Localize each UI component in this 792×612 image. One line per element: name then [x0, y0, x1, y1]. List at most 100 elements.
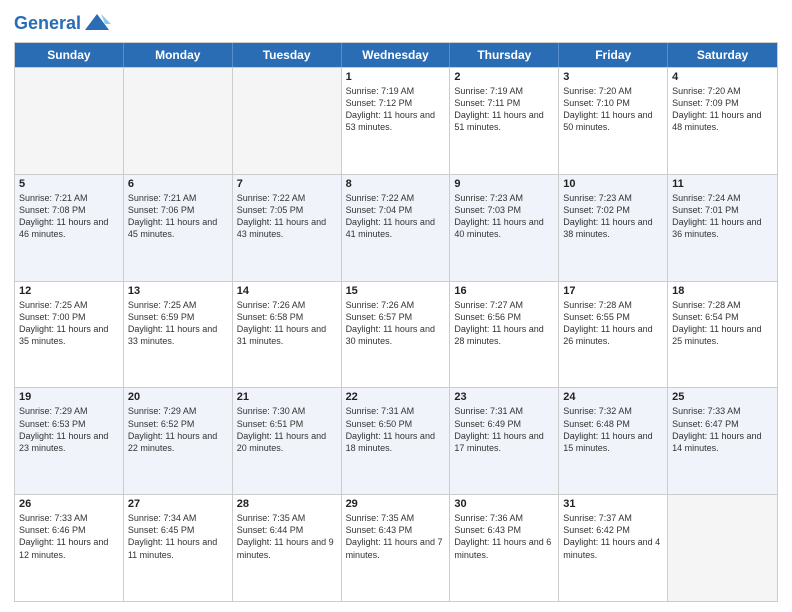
day-info: Sunrise: 7:36 AMSunset: 6:43 PMDaylight:…: [454, 512, 554, 561]
day-cell-7: 7 Sunrise: 7:22 AMSunset: 7:05 PMDaylight…: [233, 175, 342, 281]
day-number: 30: [454, 498, 554, 510]
day-info: Sunrise: 7:35 AMSunset: 6:43 PMDaylight:…: [346, 512, 446, 561]
day-info: Sunrise: 7:31 AMSunset: 6:50 PMDaylight:…: [346, 405, 446, 454]
day-info: Sunrise: 7:24 AMSunset: 7:01 PMDaylight:…: [672, 192, 773, 241]
day-info: Sunrise: 7:20 AMSunset: 7:10 PMDaylight:…: [563, 85, 663, 134]
day-cell-29: 29Sunrise: 7:35 AMSunset: 6:43 PMDayligh…: [342, 495, 451, 601]
day-number: 26: [19, 498, 119, 510]
day-number: 21: [237, 391, 337, 403]
day-info: Sunrise: 7:32 AMSunset: 6:48 PMDaylight:…: [563, 405, 663, 454]
page: General SundayMondayTuesdayWednesdayThur…: [0, 0, 792, 612]
day-info: Sunrise: 7:21 AMSunset: 7:08 PMDaylight:…: [19, 192, 119, 241]
day-info: Sunrise: 7:23 AMSunset: 7:02 PMDaylight:…: [563, 192, 663, 241]
day-info: Sunrise: 7:33 AMSunset: 6:47 PMDaylight:…: [672, 405, 773, 454]
day-info: Sunrise: 7:28 AMSunset: 6:54 PMDaylight:…: [672, 299, 773, 348]
day-info: Sunrise: 7:20 AMSunset: 7:09 PMDaylight:…: [672, 85, 773, 134]
calendar-week-1: 1 Sunrise: 7:19 AMSunset: 7:12 PMDaylight…: [15, 67, 777, 174]
day-cell-13: 13 Sunrise: 7:25 AMSunset: 6:59 PMDayligh…: [124, 282, 233, 388]
day-cell-2: 2 Sunrise: 7:19 AMSunset: 7:11 PMDaylight…: [450, 68, 559, 174]
day-number: 2: [454, 71, 554, 83]
day-number: 9: [454, 178, 554, 190]
day-number: 31: [563, 498, 663, 510]
day-cell-9: 9 Sunrise: 7:23 AMSunset: 7:03 PMDaylight…: [450, 175, 559, 281]
day-cell-11: 11Sunrise: 7:24 AMSunset: 7:01 PMDayligh…: [668, 175, 777, 281]
day-number: 22: [346, 391, 446, 403]
day-header-friday: Friday: [559, 43, 668, 67]
day-info: Sunrise: 7:23 AMSunset: 7:03 PMDaylight:…: [454, 192, 554, 241]
day-cell-3: 3 Sunrise: 7:20 AMSunset: 7:10 PMDaylight…: [559, 68, 668, 174]
day-number: 15: [346, 285, 446, 297]
day-info: Sunrise: 7:21 AMSunset: 7:06 PMDaylight:…: [128, 192, 228, 241]
calendar-header-row: SundayMondayTuesdayWednesdayThursdayFrid…: [15, 43, 777, 67]
day-header-sunday: Sunday: [15, 43, 124, 67]
day-number: 16: [454, 285, 554, 297]
day-info: Sunrise: 7:33 AMSunset: 6:46 PMDaylight:…: [19, 512, 119, 561]
calendar-week-5: 26 Sunrise: 7:33 AMSunset: 6:46 PMDayligh…: [15, 494, 777, 601]
day-number: 18: [672, 285, 773, 297]
day-header-monday: Monday: [124, 43, 233, 67]
day-cell-27: 27Sunrise: 7:34 AMSunset: 6:45 PMDayligh…: [124, 495, 233, 601]
day-info: Sunrise: 7:22 AMSunset: 7:04 PMDaylight:…: [346, 192, 446, 241]
day-cell-28: 28 Sunrise: 7:35 AMSunset: 6:44 PMDayligh…: [233, 495, 342, 601]
day-number: 8: [346, 178, 446, 190]
day-cell-18: 18 Sunrise: 7:28 AMSunset: 6:54 PMDayligh…: [668, 282, 777, 388]
day-number: 23: [454, 391, 554, 403]
day-number: 6: [128, 178, 228, 190]
calendar-body: 1 Sunrise: 7:19 AMSunset: 7:12 PMDaylight…: [15, 67, 777, 601]
day-number: 28: [237, 498, 337, 510]
day-info: Sunrise: 7:25 AMSunset: 7:00 PMDaylight:…: [19, 299, 119, 348]
day-number: 10: [563, 178, 663, 190]
logo-icon: [83, 10, 111, 38]
day-info: Sunrise: 7:27 AMSunset: 6:56 PMDaylight:…: [454, 299, 554, 348]
day-cell-6: 6 Sunrise: 7:21 AMSunset: 7:06 PMDaylight…: [124, 175, 233, 281]
day-cell-30: 30 Sunrise: 7:36 AMSunset: 6:43 PMDayligh…: [450, 495, 559, 601]
day-info: Sunrise: 7:28 AMSunset: 6:55 PMDaylight:…: [563, 299, 663, 348]
day-number: 5: [19, 178, 119, 190]
day-info: Sunrise: 7:26 AMSunset: 6:57 PMDaylight:…: [346, 299, 446, 348]
day-cell-1: 1 Sunrise: 7:19 AMSunset: 7:12 PMDaylight…: [342, 68, 451, 174]
day-cell-24: 24Sunrise: 7:32 AMSunset: 6:48 PMDayligh…: [559, 388, 668, 494]
day-info: Sunrise: 7:25 AMSunset: 6:59 PMDaylight:…: [128, 299, 228, 348]
day-info: Sunrise: 7:31 AMSunset: 6:49 PMDaylight:…: [454, 405, 554, 454]
day-cell-8: 8 Sunrise: 7:22 AMSunset: 7:04 PMDaylight…: [342, 175, 451, 281]
calendar-week-3: 12 Sunrise: 7:25 AMSunset: 7:00 PMDayligh…: [15, 281, 777, 388]
empty-cell: [233, 68, 342, 174]
empty-cell: [124, 68, 233, 174]
day-number: 12: [19, 285, 119, 297]
day-number: 17: [563, 285, 663, 297]
day-cell-17: 17 Sunrise: 7:28 AMSunset: 6:55 PMDayligh…: [559, 282, 668, 388]
day-info: Sunrise: 7:29 AMSunset: 6:53 PMDaylight:…: [19, 405, 119, 454]
day-cell-12: 12 Sunrise: 7:25 AMSunset: 7:00 PMDayligh…: [15, 282, 124, 388]
day-cell-4: 4Sunrise: 7:20 AMSunset: 7:09 PMDaylight…: [668, 68, 777, 174]
logo-text-general: General: [14, 14, 81, 34]
day-cell-16: 16 Sunrise: 7:27 AMSunset: 6:56 PMDayligh…: [450, 282, 559, 388]
day-number: 1: [346, 71, 446, 83]
day-cell-19: 19 Sunrise: 7:29 AMSunset: 6:53 PMDayligh…: [15, 388, 124, 494]
day-info: Sunrise: 7:29 AMSunset: 6:52 PMDaylight:…: [128, 405, 228, 454]
day-info: Sunrise: 7:19 AMSunset: 7:11 PMDaylight:…: [454, 85, 554, 134]
day-cell-10: 10 Sunrise: 7:23 AMSunset: 7:02 PMDayligh…: [559, 175, 668, 281]
logo: General: [14, 10, 111, 34]
day-cell-14: 14Sunrise: 7:26 AMSunset: 6:58 PMDayligh…: [233, 282, 342, 388]
day-info: Sunrise: 7:22 AMSunset: 7:05 PMDaylight:…: [237, 192, 337, 241]
day-number: 19: [19, 391, 119, 403]
day-cell-25: 25 Sunrise: 7:33 AMSunset: 6:47 PMDayligh…: [668, 388, 777, 494]
day-number: 13: [128, 285, 228, 297]
day-number: 7: [237, 178, 337, 190]
day-info: Sunrise: 7:35 AMSunset: 6:44 PMDaylight:…: [237, 512, 337, 561]
day-info: Sunrise: 7:19 AMSunset: 7:12 PMDaylight:…: [346, 85, 446, 134]
empty-cell: [15, 68, 124, 174]
calendar: SundayMondayTuesdayWednesdayThursdayFrid…: [14, 42, 778, 602]
day-cell-20: 20 Sunrise: 7:29 AMSunset: 6:52 PMDayligh…: [124, 388, 233, 494]
empty-cell: [668, 495, 777, 601]
day-header-thursday: Thursday: [450, 43, 559, 67]
day-info: Sunrise: 7:26 AMSunset: 6:58 PMDaylight:…: [237, 299, 337, 348]
day-info: Sunrise: 7:30 AMSunset: 6:51 PMDaylight:…: [237, 405, 337, 454]
day-header-wednesday: Wednesday: [342, 43, 451, 67]
day-number: 3: [563, 71, 663, 83]
day-cell-22: 22 Sunrise: 7:31 AMSunset: 6:50 PMDayligh…: [342, 388, 451, 494]
day-number: 25: [672, 391, 773, 403]
day-info: Sunrise: 7:37 AMSunset: 6:42 PMDaylight:…: [563, 512, 663, 561]
day-number: 20: [128, 391, 228, 403]
day-cell-21: 21 Sunrise: 7:30 AMSunset: 6:51 PMDayligh…: [233, 388, 342, 494]
